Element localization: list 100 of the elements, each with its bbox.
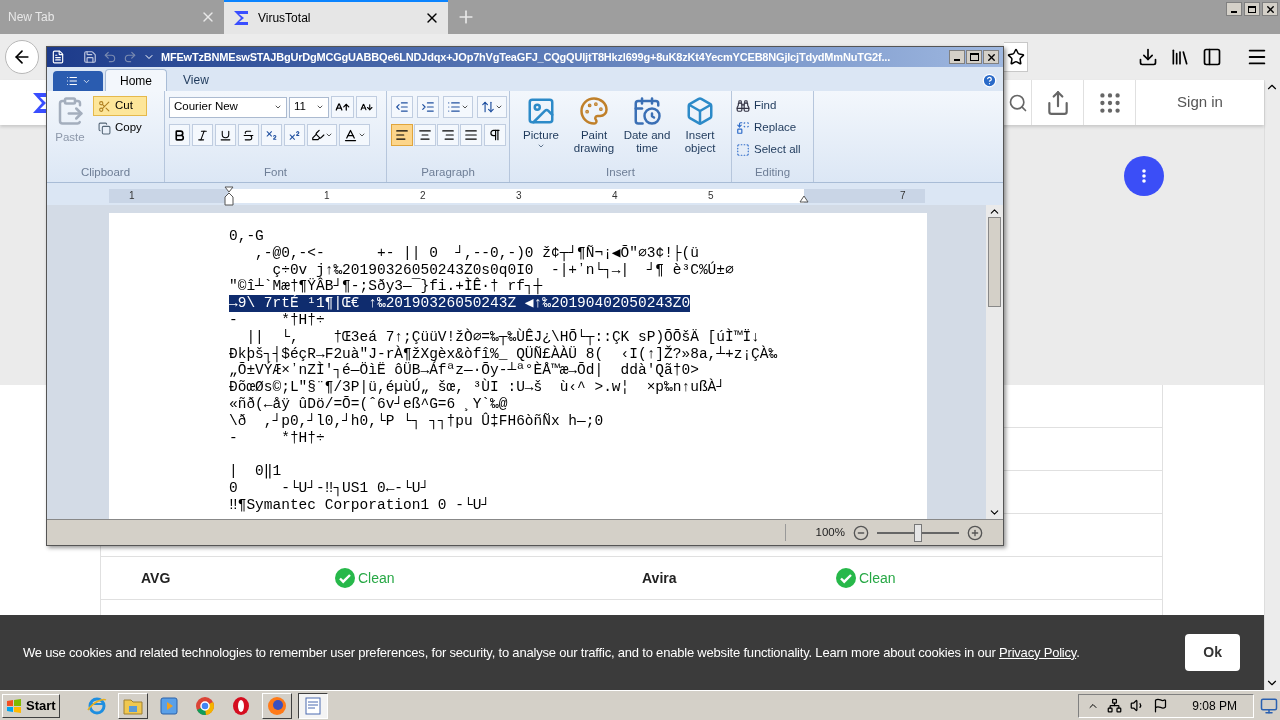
- help-icon[interactable]: [982, 73, 997, 88]
- select-all-icon: [736, 143, 750, 157]
- check-circle-icon: [334, 567, 356, 589]
- bookmark-star-icon[interactable]: [1007, 48, 1025, 66]
- close-button[interactable]: [983, 50, 999, 64]
- subscript-button[interactable]: [261, 124, 282, 146]
- flag-icon[interactable]: [1153, 698, 1169, 713]
- align-button[interactable]: [460, 124, 482, 146]
- align-icon: [464, 128, 478, 142]
- result-status: Clean: [859, 568, 896, 588]
- document-line: ,-@0,-<- +- || 0 ┘,--0,-)0 ž¢┬┘¶Ñ¬¡◀Õ″⌀3¢!├(ü: [254, 244, 699, 262]
- align-button[interactable]: [391, 124, 413, 146]
- undo-icon[interactable]: [103, 50, 117, 64]
- ruler-number: 2: [420, 189, 426, 203]
- align-button[interactable]: [437, 124, 459, 146]
- editing-button[interactable]: Replace: [736, 118, 809, 138]
- italic-button[interactable]: [192, 124, 213, 146]
- scrollbar[interactable]: [986, 205, 1003, 519]
- font-name-field[interactable]: Courier New: [169, 96, 287, 118]
- document-line: | 0‖1: [229, 463, 282, 480]
- maximize-button[interactable]: [966, 50, 982, 64]
- check-circle-icon: [835, 567, 857, 589]
- bold-icon: [173, 128, 186, 142]
- highlight-button[interactable]: [307, 124, 337, 146]
- bold-button[interactable]: [169, 124, 190, 146]
- engine-name: AVG: [141, 570, 171, 586]
- underline-button[interactable]: [215, 124, 236, 146]
- zoom-out-icon[interactable]: [853, 524, 869, 541]
- bullet-list-icon: [447, 100, 461, 114]
- replace-icon: [736, 121, 750, 135]
- start-button[interactable]: Start: [2, 693, 60, 718]
- align-icon: [395, 128, 409, 142]
- sigma-logo-icon: [232, 9, 250, 27]
- insert-button[interactable]: Date and time: [621, 96, 673, 155]
- redo-icon[interactable]: [123, 50, 137, 64]
- font-size-field[interactable]: 11: [289, 96, 329, 118]
- minimize-button[interactable]: [1226, 2, 1242, 16]
- download-icon[interactable]: [1138, 47, 1158, 67]
- align-button[interactable]: [414, 124, 436, 146]
- document-line: - *†H†÷: [229, 429, 325, 447]
- folder-icon: [122, 696, 143, 715]
- document-line: "©î┴`Mæ†¶ŸÂB┘¶-;Sðy3—¯}fi.+ÌÊ·† rf┐┼: [229, 278, 543, 295]
- close-button[interactable]: [1262, 2, 1278, 16]
- insert-button[interactable]: Picture: [515, 96, 567, 155]
- scroll-thumb[interactable]: [988, 217, 1001, 307]
- back-button[interactable]: [5, 40, 39, 74]
- show-desktop-icon[interactable]: [1260, 696, 1278, 715]
- subscript-icon: [265, 128, 278, 142]
- cube-icon: [685, 96, 715, 126]
- address-bar[interactable]: [1004, 42, 1028, 72]
- increase-indent-button[interactable]: [417, 96, 439, 118]
- sign-in-link[interactable]: Sign in: [1136, 80, 1264, 125]
- editing-button[interactable]: Select all: [736, 140, 809, 160]
- app-menu-button[interactable]: [53, 71, 103, 91]
- ruler-number: 3: [516, 189, 522, 203]
- close-icon: [985, 51, 997, 63]
- wordpad-app-icon[interactable]: [51, 50, 65, 64]
- grow-font-button[interactable]: [331, 96, 354, 118]
- minimize-button[interactable]: [949, 50, 965, 64]
- cut-button[interactable]: Cut: [93, 96, 147, 116]
- shrink-font-button[interactable]: [356, 96, 377, 118]
- ie-browser-icon: [86, 695, 107, 716]
- indent-marker-icon[interactable]: [224, 186, 234, 206]
- sidebar-icon[interactable]: [1202, 47, 1222, 67]
- palette-icon: [579, 96, 609, 126]
- caret-icon: [274, 103, 282, 111]
- insert-button[interactable]: Insert object: [674, 96, 726, 155]
- scrollbar[interactable]: [1264, 80, 1280, 690]
- superscript-button[interactable]: [284, 124, 305, 146]
- bullets-button[interactable]: [443, 96, 473, 118]
- right-indent-marker-icon[interactable]: [799, 195, 809, 203]
- copy-button[interactable]: Copy: [93, 118, 147, 138]
- insert-button[interactable]: Paint drawing: [568, 96, 620, 155]
- editing-button[interactable]: Find: [736, 96, 809, 116]
- library-icon[interactable]: [1170, 47, 1190, 67]
- ribbon-tab[interactable]: View: [169, 69, 223, 91]
- align-icon: [418, 128, 432, 142]
- line-spacing-button[interactable]: [477, 96, 507, 118]
- taskbar-app-button[interactable]: [297, 692, 328, 719]
- font-color-button[interactable]: [339, 124, 370, 146]
- network-icon[interactable]: [1107, 698, 1123, 713]
- paragraph-button[interactable]: [484, 124, 506, 146]
- zoom-slider-thumb[interactable]: [914, 523, 922, 542]
- align-icon: [441, 128, 455, 142]
- zoom-in-icon[interactable]: [967, 524, 983, 541]
- document-line: || └, †Œ3eá 7↑;ÇüüV!žÒ⌀=‰┬‰ÙÊJ¿\HÕ└┬::ÇK sP)ÕÕšÄ [úÌ™Ï↓: [245, 328, 760, 345]
- ok-button[interactable]: Ok: [1185, 634, 1240, 671]
- strikethrough-button[interactable]: [238, 124, 259, 146]
- tab-title: New Tab: [8, 9, 56, 26]
- search-icon[interactable]: [1007, 92, 1028, 113]
- browser-tab[interactable]: VirusTotal: [224, 0, 448, 34]
- save-icon[interactable]: [83, 50, 97, 64]
- clock[interactable]: 9:08 PM: [1192, 696, 1237, 715]
- restore-button[interactable]: [1244, 2, 1260, 16]
- group-label: Font: [263, 164, 288, 180]
- ribbon-tab[interactable]: Home: [105, 69, 167, 91]
- strikethrough-icon: [242, 128, 255, 142]
- close-icon: [1264, 3, 1276, 15]
- decrease-indent-button[interactable]: [391, 96, 413, 118]
- firefox-browser-icon: [266, 695, 287, 716]
